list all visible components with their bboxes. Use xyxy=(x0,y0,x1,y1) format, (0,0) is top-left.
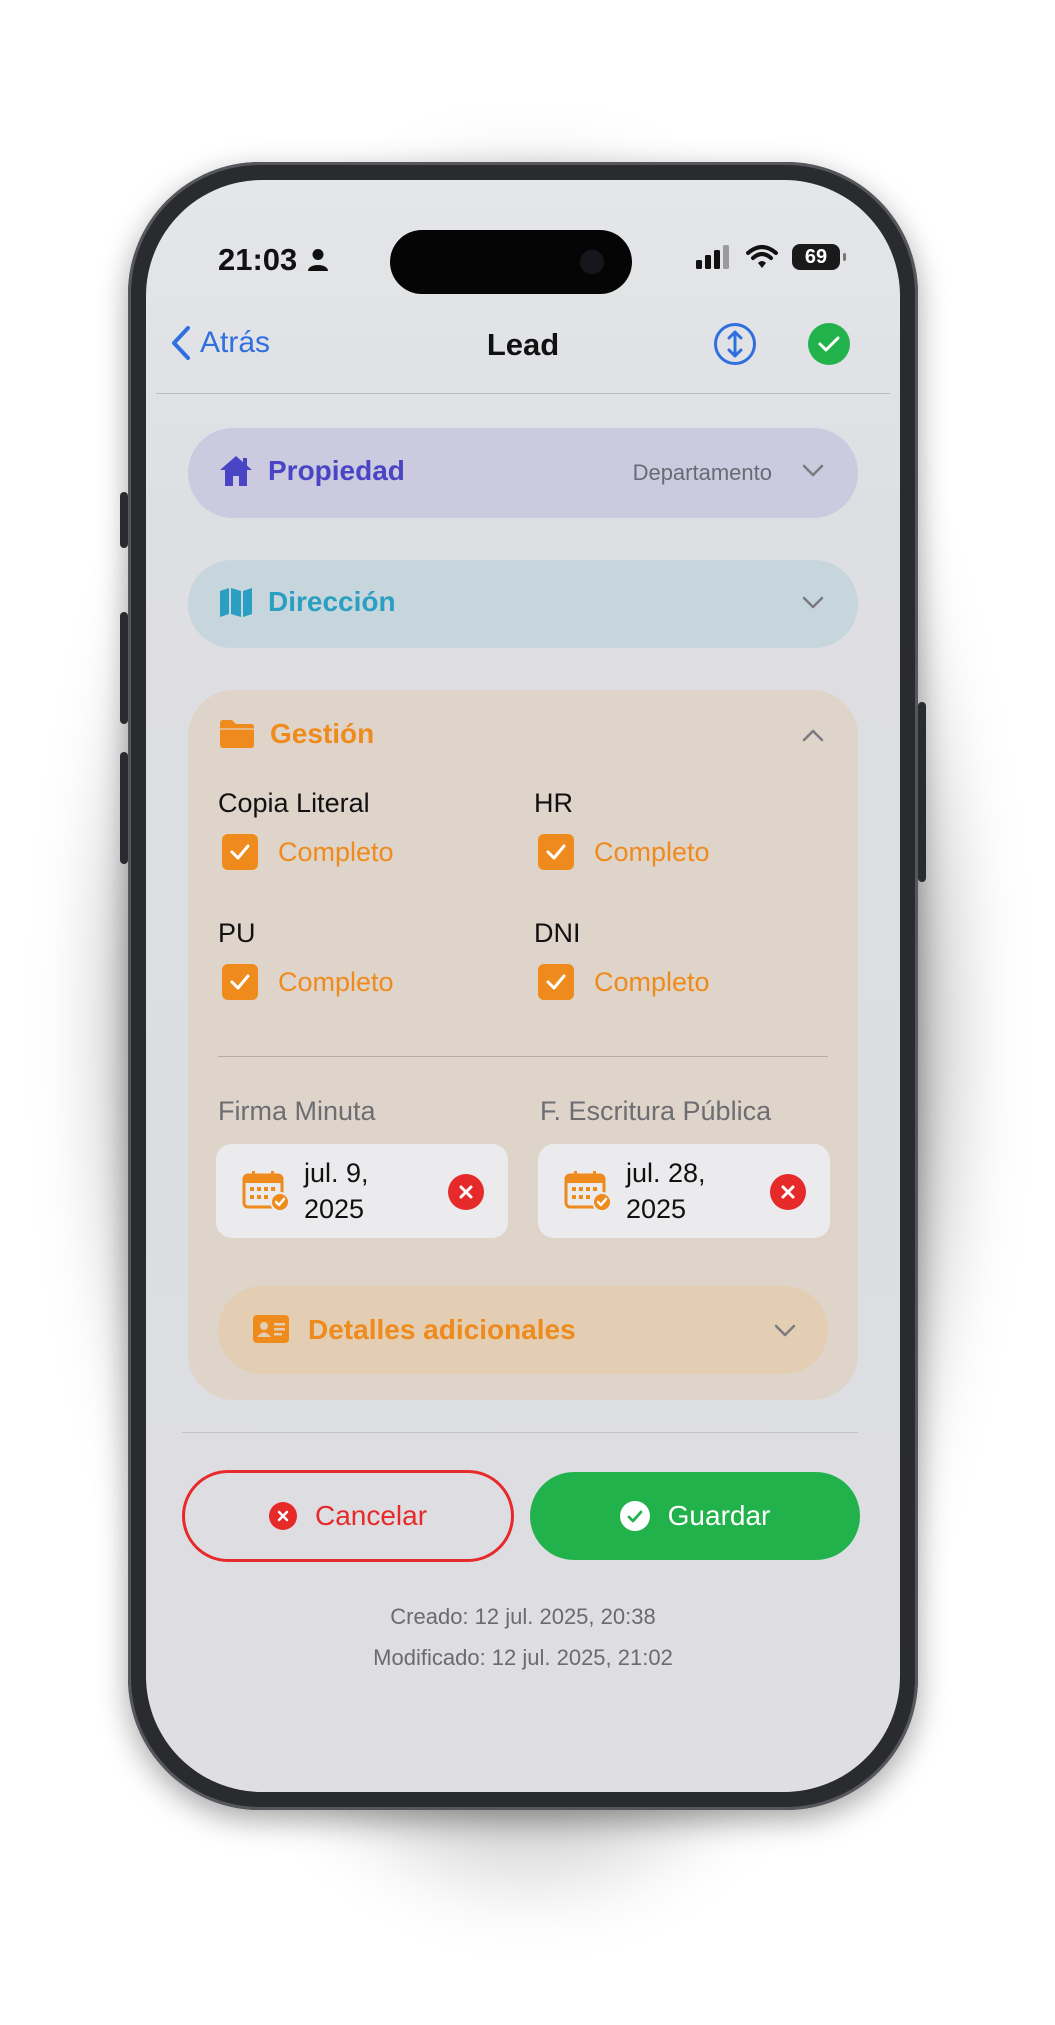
house-icon xyxy=(220,456,252,486)
volume-up-button xyxy=(120,612,128,724)
person-icon xyxy=(308,249,329,271)
checkbox-checked-icon xyxy=(222,964,258,1000)
date-value-firma-minuta: jul. 9, 2025 xyxy=(304,1158,369,1224)
chevron-down-icon xyxy=(774,1324,796,1337)
close-icon xyxy=(459,1185,473,1199)
navigation-bar: Atrás Lead xyxy=(146,305,900,393)
checkbox-checked-icon xyxy=(222,834,258,870)
status-time: 21:03 xyxy=(218,242,329,278)
doc-label-dni: DNI xyxy=(534,918,581,948)
map-icon xyxy=(220,588,252,617)
volume-down-button xyxy=(120,752,128,864)
checkmark-icon xyxy=(818,336,840,352)
checkbox-copia-literal[interactable]: Completo xyxy=(222,834,394,870)
checkbox-checked-icon xyxy=(538,964,574,1000)
battery-icon: 69 xyxy=(792,244,846,270)
propiedad-value: Departamento xyxy=(632,460,772,485)
close-icon xyxy=(781,1185,795,1199)
cancel-button[interactable]: Cancelar xyxy=(182,1470,514,1562)
direccion-section[interactable]: Dirección xyxy=(188,560,858,648)
checkbox-checked-icon xyxy=(538,834,574,870)
date-label-firma-minuta: Firma Minuta xyxy=(218,1096,376,1126)
direccion-title: Dirección xyxy=(268,586,396,617)
gestion-header[interactable]: Gestión xyxy=(218,718,828,750)
propiedad-section[interactable]: Propiedad Departamento xyxy=(188,428,858,518)
checkbox-dni[interactable]: Completo xyxy=(538,964,710,1000)
doc-label-hr: HR xyxy=(534,788,573,818)
screen: 21:03 69 Atrás Lead Propiedad Departamen… xyxy=(146,180,900,1792)
section-divider xyxy=(218,1056,828,1057)
action-button xyxy=(120,492,128,548)
modified-timestamp: Modificado: 12 jul. 2025, 21:02 xyxy=(373,1645,673,1670)
chevron-down-icon xyxy=(802,464,824,477)
clear-date-button[interactable] xyxy=(770,1174,806,1210)
chevron-up-icon xyxy=(802,729,824,742)
cellular-signal-icon xyxy=(696,245,729,269)
created-timestamp: Creado: 12 jul. 2025, 20:38 xyxy=(390,1604,656,1629)
date-picker-firma-minuta[interactable]: jul. 9, 2025 xyxy=(216,1144,508,1238)
confirm-button[interactable] xyxy=(808,323,850,365)
save-button[interactable]: Guardar xyxy=(530,1472,860,1560)
gestion-title: Gestión xyxy=(270,718,375,749)
nav-divider xyxy=(156,393,890,394)
checkbox-hr[interactable]: Completo xyxy=(538,834,710,870)
date-label-escritura-publica: F. Escritura Pública xyxy=(540,1096,772,1126)
actions-divider xyxy=(182,1432,858,1433)
status-indicators: 69 xyxy=(696,244,846,270)
cancel-icon xyxy=(268,1502,297,1530)
page-title: Lead xyxy=(486,327,560,362)
calendar-check-icon xyxy=(242,1171,290,1212)
up-down-arrows-icon xyxy=(727,330,743,358)
phone-frame: 21:03 69 Atrás Lead Propiedad Departamen… xyxy=(120,162,926,1810)
calendar-check-icon xyxy=(564,1171,612,1212)
dynamic-island xyxy=(390,230,632,294)
id-card-icon xyxy=(253,1315,289,1343)
camera xyxy=(580,250,604,274)
doc-label-pu: PU xyxy=(218,918,256,948)
detalles-adicionales-section[interactable]: Detalles adicionales xyxy=(218,1286,828,1374)
checkbox-pu[interactable]: Completo xyxy=(222,964,394,1000)
chevron-down-icon xyxy=(802,596,824,609)
doc-label-copia-literal: Copia Literal xyxy=(218,788,370,818)
gestion-section: Gestión Copia Literal Completo HR Comple… xyxy=(188,690,858,1400)
date-value-escritura-publica: jul. 28, 2025 xyxy=(626,1158,706,1224)
reorder-button[interactable] xyxy=(714,323,756,365)
wifi-icon xyxy=(746,245,778,268)
power-button xyxy=(918,702,926,882)
checkmark-circle-icon xyxy=(619,1501,650,1531)
detalles-adicionales-title: Detalles adicionales xyxy=(308,1314,576,1345)
clear-date-button[interactable] xyxy=(448,1174,484,1210)
date-picker-escritura-publica[interactable]: jul. 28, 2025 xyxy=(538,1144,830,1238)
folder-icon xyxy=(220,720,254,748)
propiedad-title: Propiedad xyxy=(268,455,405,486)
